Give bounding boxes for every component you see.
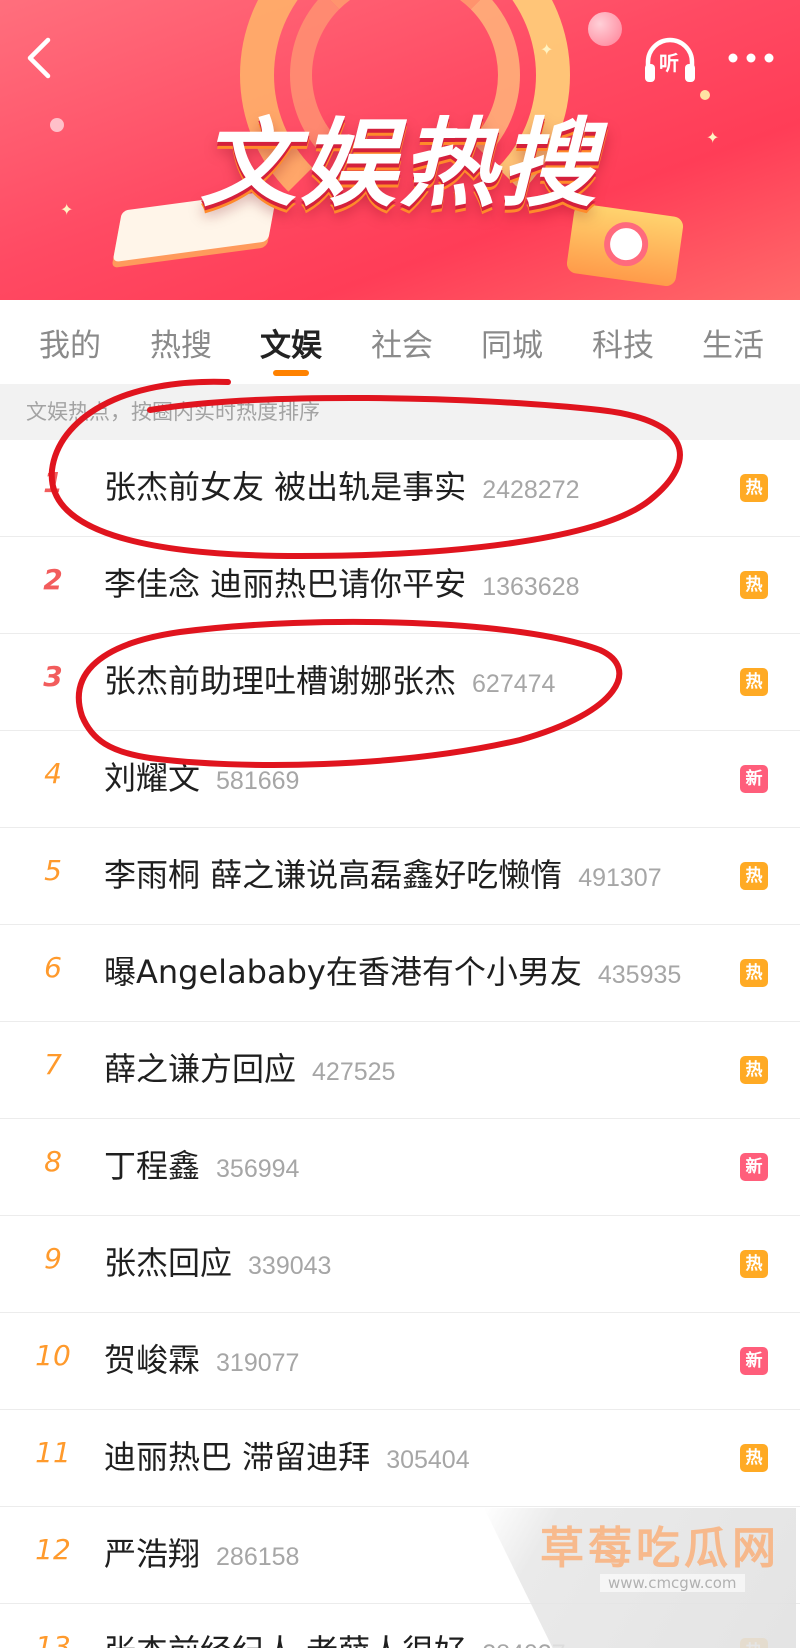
topic-title: 张杰回应 xyxy=(104,1244,233,1282)
heat-count: 2428272 xyxy=(482,476,580,504)
sparkle-icon: ✦ xyxy=(540,40,554,59)
topic-link[interactable]: 刘耀文 581669 xyxy=(104,753,299,799)
hot-badge: 热 xyxy=(740,959,768,987)
list-item[interactable]: 11 迪丽热巴 滞留迪拜 305404 热 xyxy=(0,1410,800,1507)
more-button[interactable] xyxy=(716,30,786,86)
list-item[interactable]: 6 曝Angelababy在香港有个小男友 435935 热 xyxy=(0,925,800,1022)
tab-hot-search[interactable]: 热搜 xyxy=(133,320,229,374)
hot-badge: 热 xyxy=(740,668,768,696)
list-item[interactable]: 7 薛之谦方回应 427525 热 xyxy=(0,1022,800,1119)
topic-title: 严浩翔 xyxy=(104,1535,201,1573)
rank-number: 6 xyxy=(44,951,62,984)
hot-badge: 热 xyxy=(740,862,768,890)
heat-count: 491307 xyxy=(578,864,662,892)
new-badge: 新 xyxy=(740,1347,768,1375)
rank-number: 5 xyxy=(44,854,62,887)
heat-count: 581669 xyxy=(216,767,300,795)
list-item[interactable]: 10 贺峻霖 319077 新 xyxy=(0,1313,800,1410)
tab-society[interactable]: 社会 xyxy=(354,320,450,374)
listen-button[interactable]: 听 xyxy=(640,30,700,90)
topic-title: 张杰前助理吐槽谢娜张杰 xyxy=(104,662,457,700)
rank-number: 2 xyxy=(43,563,63,596)
heat-count: 286158 xyxy=(216,1543,300,1571)
tab-tech[interactable]: 科技 xyxy=(575,320,671,374)
chevron-left-icon xyxy=(27,37,51,79)
category-tabs: 我的 热搜 文娱 社会 同城 科技 生活 xyxy=(0,300,800,384)
planet-decoration xyxy=(588,12,622,46)
topic-link[interactable]: 李佳念 迪丽热巴请你平安 1363628 xyxy=(104,559,580,605)
tab-entertainment[interactable]: 文娱 xyxy=(243,320,339,376)
rank-number: 8 xyxy=(44,1145,62,1178)
rank-number: 10 xyxy=(35,1339,71,1372)
list-caption: 文娱热点，按圈内实时热度排序 xyxy=(0,384,800,440)
hot-badge: 热 xyxy=(740,474,768,502)
rank-number: 12 xyxy=(35,1533,71,1566)
rank-number: 11 xyxy=(35,1436,71,1469)
heat-count: 435935 xyxy=(597,961,682,989)
new-badge: 新 xyxy=(740,765,768,793)
rank-number: 4 xyxy=(44,757,62,790)
listen-label: 听 xyxy=(659,51,679,75)
heat-count: 339043 xyxy=(248,1252,332,1280)
hot-badge: 热 xyxy=(740,1056,768,1084)
topic-title: 贺峻霖 xyxy=(104,1341,201,1379)
rank-number: 9 xyxy=(44,1242,62,1275)
list-item[interactable]: 5 李雨桐 薛之谦说高磊鑫好吃懒惰 491307 热 xyxy=(0,828,800,925)
list-item[interactable]: 9 张杰回应 339043 热 xyxy=(0,1216,800,1313)
topic-link[interactable]: 张杰前女友 被出轨是事实 2428272 xyxy=(104,462,580,508)
hot-badge: 热 xyxy=(740,1250,768,1278)
list-item[interactable]: 1 张杰前女友 被出轨是事实 2428272 热 xyxy=(0,440,800,537)
topic-title: 丁程鑫 xyxy=(104,1147,201,1185)
more-dots-icon xyxy=(728,53,774,63)
topic-title: 张杰前女友 被出轨是事实 xyxy=(104,468,467,506)
topic-link[interactable]: 李雨桐 薛之谦说高磊鑫好吃懒惰 491307 xyxy=(104,850,662,896)
topic-link[interactable]: 张杰前助理吐槽谢娜张杰 627474 xyxy=(104,656,555,702)
topic-title: 薛之谦方回应 xyxy=(104,1050,297,1088)
rank-number: 1 xyxy=(43,466,63,499)
topic-link[interactable]: 贺峻霖 319077 xyxy=(104,1335,299,1381)
topic-link[interactable]: 张杰回应 339043 xyxy=(104,1238,331,1284)
tab-local[interactable]: 同城 xyxy=(464,320,560,374)
heat-count: 427525 xyxy=(312,1058,396,1086)
topic-title: 李佳念 迪丽热巴请你平安 xyxy=(104,565,467,603)
topic-title: 迪丽热巴 滞留迪拜 xyxy=(104,1438,371,1476)
tab-mine[interactable]: 我的 xyxy=(22,320,118,374)
hero-banner: ✦ ✦ ✦ 文娱热搜 听 xyxy=(0,0,800,300)
watermark-text: 草莓吃瓜网 xyxy=(540,1523,780,1574)
list-item[interactable]: 3 张杰前助理吐槽谢娜张杰 627474 热 xyxy=(0,634,800,731)
topic-title: 张杰前经纪人 老薛人很好 xyxy=(104,1632,466,1648)
topic-link[interactable]: 迪丽热巴 滞留迪拜 305404 xyxy=(104,1432,470,1478)
topic-title: 曝Angelababy在香港有个小男友 xyxy=(104,953,582,991)
rank-number: 13 xyxy=(35,1630,71,1648)
heat-count: 627474 xyxy=(472,670,556,698)
topic-link[interactable]: 丁程鑫 356994 xyxy=(104,1141,299,1187)
list-item[interactable]: 2 李佳念 迪丽热巴请你平安 1363628 热 xyxy=(0,537,800,634)
tab-life[interactable]: 生活 xyxy=(685,320,781,374)
topic-link[interactable]: 张杰前经纪人 老薛人很好284027 xyxy=(104,1626,566,1648)
page-title: 文娱热搜 xyxy=(200,108,600,220)
back-button[interactable] xyxy=(14,30,64,86)
list-item[interactable]: 8 丁程鑫 356994 新 xyxy=(0,1119,800,1216)
new-badge: 新 xyxy=(740,1153,768,1181)
hot-badge: 热 xyxy=(740,1444,768,1472)
heat-count: 319077 xyxy=(216,1349,300,1377)
topic-link[interactable]: 严浩翔 286158 xyxy=(104,1529,299,1575)
topic-title: 李雨桐 薛之谦说高磊鑫好吃懒惰 xyxy=(104,856,563,894)
list-item[interactable]: 4 刘耀文 581669 新 xyxy=(0,731,800,828)
hot-badge: 热 xyxy=(740,571,768,599)
topic-title: 刘耀文 xyxy=(104,759,201,797)
heat-count: 305404 xyxy=(386,1446,470,1474)
rank-number: 3 xyxy=(43,660,63,693)
watermark-url: www.cmcgw.com xyxy=(600,1574,745,1592)
topic-link[interactable]: 薛之谦方回应 427525 xyxy=(104,1044,395,1090)
heat-count: 356994 xyxy=(216,1155,300,1183)
topic-link[interactable]: 曝Angelababy在香港有个小男友 435935 xyxy=(104,947,681,993)
heat-count: 1363628 xyxy=(482,573,580,601)
rank-number: 7 xyxy=(44,1048,62,1081)
